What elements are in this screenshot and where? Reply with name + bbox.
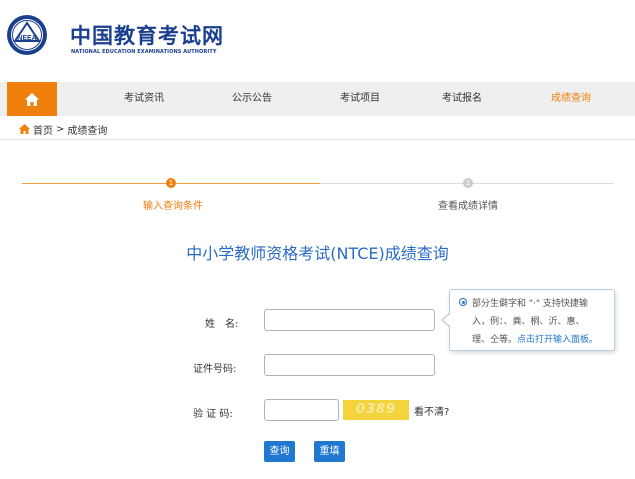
site-name[interactable]: 中国教育考试网 (70, 20, 224, 50)
tooltip-line-3: 理、仝等。点击打开输入面板。 (472, 332, 598, 345)
captcha-label: 验 证 码: (193, 409, 233, 420)
name-input[interactable] (264, 309, 435, 331)
nav-item-exam-news[interactable]: 考试资讯 (124, 82, 164, 116)
captcha-image[interactable]: 0389 (343, 400, 409, 420)
breadcrumb-separator: > (56, 123, 65, 135)
svg-text:NEEA: NEEA (17, 35, 36, 42)
neea-logo-icon[interactable]: NEEA (6, 14, 48, 56)
step-1-indicator: 1 (166, 178, 176, 188)
breadcrumb-home-link[interactable]: 首页 (33, 122, 53, 137)
name-label: 姓 名: (205, 319, 239, 330)
id-number-label: 证件号码: (193, 364, 237, 375)
info-bullet-icon (459, 298, 467, 306)
id-number-input[interactable] (264, 354, 435, 376)
site-header: NEEA 中国教育考试网 NATIONAL EDUCATION EXAMINAT… (0, 0, 635, 82)
tooltip-arrow-inner (443, 314, 450, 326)
nav-home-button[interactable] (7, 82, 57, 116)
page-title: 中小学教师资格考试(NTCE)成绩查询 (186, 244, 449, 263)
tooltip-line-3-text: 理、仝等。 (472, 335, 518, 345)
nav-item-announcements[interactable]: 公示公告 (232, 82, 272, 116)
captcha-input[interactable] (264, 399, 339, 421)
captcha-image-text: 0389 (355, 402, 397, 417)
step-2-label: 查看成绩详情 (438, 201, 498, 212)
breadcrumb-current: 成绩查询 (67, 125, 108, 137)
nav-item-score-query[interactable]: 成绩查询 (551, 82, 591, 116)
tooltip-line-2: 入，例：、粪、桐、沂、惠、 (472, 317, 585, 327)
breadcrumb-divider (0, 139, 635, 140)
open-input-panel-link[interactable]: 点击打开输入面板。 (517, 335, 598, 345)
home-icon (25, 92, 39, 106)
site-name-english: NATIONAL EDUCATION EXAMINATIONS AUTHORIT… (71, 49, 217, 55)
nav-item-exam-projects[interactable]: 考试项目 (340, 82, 380, 116)
query-button[interactable]: 查询 (264, 441, 295, 462)
reset-button[interactable]: 重填 (314, 441, 345, 462)
nav-item-registration[interactable]: 考试报名 (442, 82, 482, 116)
breadcrumb: 首页 > 成绩查询 (19, 121, 107, 137)
captcha-refresh-link[interactable]: 看不清? (414, 403, 449, 418)
step-1-label: 输入查询条件 (143, 201, 203, 212)
home-icon (19, 124, 30, 134)
tooltip-line-1: 部分生僻字和 "·" 支持快捷输 (472, 299, 588, 309)
main-nav: 考试资讯 公示公告 考试项目 考试报名 成绩查询 (0, 82, 635, 116)
step-2-indicator: 2 (463, 178, 473, 188)
